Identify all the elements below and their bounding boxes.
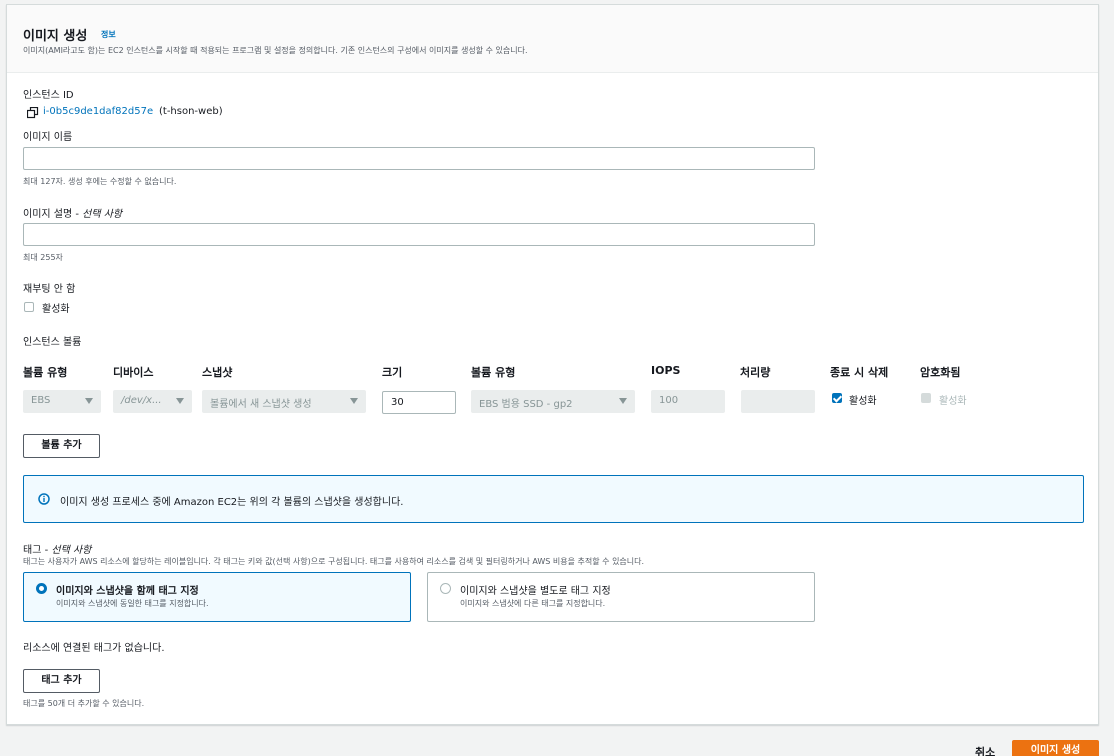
instance-name: (t-hson-web): [159, 106, 223, 117]
device-select[interactable]: /dev/x...: [113, 390, 192, 413]
snapshot-info-alert: 이미지 생성 프로세스 중에 Amazon EC2는 위의 각 볼륨의 스냅샷을…: [23, 475, 1084, 523]
iops-input: 100: [651, 390, 725, 413]
encrypted-label: 활성화: [939, 396, 967, 407]
caret-down-icon: [176, 398, 184, 404]
throughput-input: [741, 390, 815, 413]
col-device: 디바이스: [113, 366, 154, 379]
instance-id-label: 인스턴스 ID: [23, 90, 74, 101]
volume-type-select[interactable]: EBS: [23, 390, 101, 413]
no-reboot-label: 재부팅 안 함: [23, 284, 76, 295]
tag-separately-title: 이미지와 스냅샷을 별도로 태그 지정: [460, 586, 611, 597]
tag-together-desc: 이미지와 스냅샷에 동일한 태그를 지정합니다.: [56, 599, 209, 608]
image-description-label: 이미지 설명 - 선택 사항: [23, 209, 123, 220]
volume-size-input[interactable]: [382, 391, 456, 414]
image-name-input[interactable]: [23, 147, 815, 170]
tag-together-title: 이미지와 스냅샷을 함께 태그 지정: [56, 586, 199, 597]
create-image-panel: 이미지 생성 정보 이미지(AMI라고도 함)는 EC2 인스턴스를 시작할 때…: [6, 4, 1099, 725]
ebs-volume-type-value: EBS 범용 SSD - gp2: [479, 399, 573, 410]
caret-down-icon: [85, 398, 93, 404]
tag-limit-hint: 태그를 50개 더 추가할 수 있습니다.: [23, 699, 145, 708]
no-reboot-checkbox[interactable]: [24, 302, 34, 312]
col-volume-type: 볼륨 유형: [23, 366, 68, 379]
info-link[interactable]: 정보: [101, 29, 116, 40]
snapshot-info-text: 이미지 생성 프로세스 중에 Amazon EC2는 위의 각 볼륨의 스냅샷을…: [60, 497, 404, 508]
col-size: 크기: [382, 366, 403, 379]
encrypted-checkbox: [921, 393, 931, 403]
copy-icon[interactable]: [26, 106, 39, 119]
page-title: 이미지 생성: [23, 29, 88, 44]
cancel-button[interactable]: 취소: [975, 744, 995, 756]
col-throughput: 처리량: [740, 366, 771, 379]
no-tags-text: 리소스에 연결된 태그가 없습니다.: [23, 643, 165, 654]
image-name-label: 이미지 이름: [23, 132, 73, 143]
tag-separately-option[interactable]: 이미지와 스냅샷을 별도로 태그 지정 이미지와 스냅샷에 다른 태그를 지정합…: [427, 572, 815, 622]
device-value: /dev/x...: [121, 395, 162, 406]
col-delete-on-termination: 종료 시 삭제: [830, 366, 889, 379]
no-reboot-checkbox-label: 활성화: [42, 304, 70, 315]
tags-label: 태그 - 선택 사항: [23, 545, 92, 556]
caret-down-icon: [619, 398, 627, 404]
ebs-volume-type-select[interactable]: EBS 범용 SSD - gp2: [471, 390, 635, 413]
add-volume-button[interactable]: 볼륨 추가: [23, 434, 100, 458]
instance-volumes-label: 인스턴스 볼륨: [23, 337, 82, 348]
tag-together-radio[interactable]: [36, 583, 47, 594]
tags-description: 태그는 사용자가 AWS 리소스에 할당하는 레이블입니다. 각 태그는 키와 …: [23, 557, 645, 566]
tag-separately-desc: 이미지와 스냅샷에 다른 태그를 지정합니다.: [460, 599, 606, 608]
delete-on-termination-checkbox[interactable]: [832, 393, 842, 403]
instance-id-link[interactable]: i-0b5c9de1daf82d57e: [43, 106, 153, 117]
snapshot-select[interactable]: 볼륨에서 새 스냅샷 생성: [202, 390, 366, 413]
create-image-button[interactable]: 이미지 생성: [1012, 740, 1099, 756]
panel-header: 이미지 생성 정보 이미지(AMI라고도 함)는 EC2 인스턴스를 시작할 때…: [7, 5, 1098, 73]
col-encrypted: 암호화됨: [920, 366, 961, 379]
col-snapshot: 스냅샷: [202, 366, 233, 379]
tag-separately-radio[interactable]: [440, 583, 451, 594]
volume-type-value: EBS: [31, 395, 51, 406]
add-tag-button[interactable]: 태그 추가: [23, 669, 100, 693]
image-name-hint: 최대 127자. 생성 후에는 수정할 수 없습니다.: [23, 177, 177, 186]
col-iops: IOPS: [651, 364, 681, 377]
col-ebs-volume-type: 볼륨 유형: [471, 366, 516, 379]
page-description: 이미지(AMI라고도 함)는 EC2 인스턴스를 시작할 때 적용되는 프로그램…: [23, 46, 528, 55]
image-description-input[interactable]: [23, 223, 815, 246]
snapshot-value: 볼륨에서 새 스냅샷 생성: [210, 399, 312, 410]
caret-down-icon: [350, 398, 358, 404]
tag-together-option[interactable]: 이미지와 스냅샷을 함께 태그 지정 이미지와 스냅샷에 동일한 태그를 지정합…: [23, 572, 411, 622]
info-icon: [38, 493, 50, 505]
image-description-hint: 최대 255자: [23, 253, 63, 262]
delete-on-termination-label: 활성화: [849, 396, 877, 407]
iops-value: 100: [659, 395, 679, 406]
